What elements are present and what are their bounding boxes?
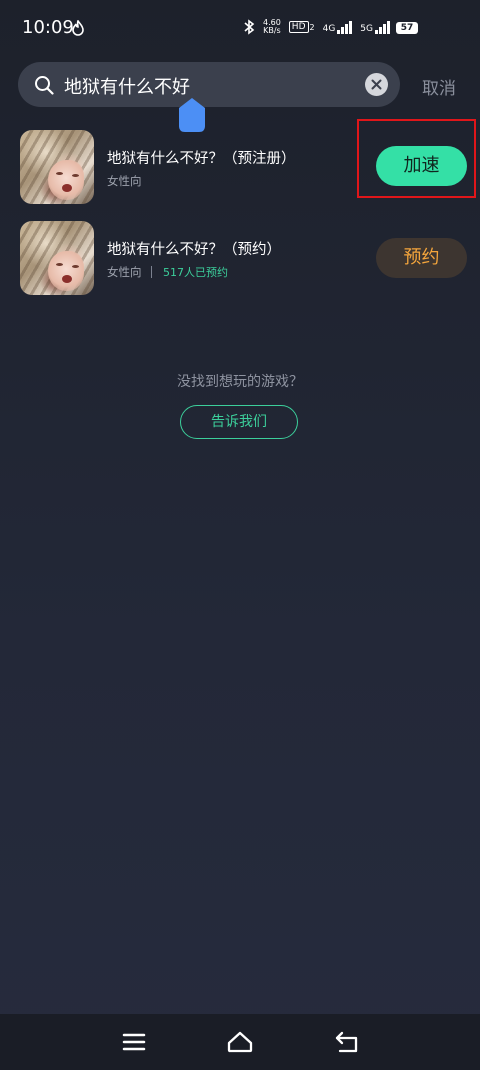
- reserve-count: 517人已预约: [163, 266, 228, 279]
- text-cursor-handle[interactable]: [179, 98, 205, 132]
- game-cover-image: [20, 221, 94, 295]
- status-icons: 4.60 KB/s HD 2 4G 5G: [243, 19, 418, 35]
- search-icon: [35, 76, 54, 95]
- signal-bars-icon: [375, 20, 390, 34]
- flame-icon: [72, 20, 84, 36]
- close-icon: [371, 79, 382, 90]
- game-tag: 女性向: [107, 174, 142, 188]
- search-input[interactable]: [62, 62, 366, 109]
- game-tag: 女性向: [107, 265, 142, 279]
- search-bar[interactable]: [18, 62, 400, 109]
- cancel-button[interactable]: 取消: [422, 74, 456, 99]
- status-time: 10:09: [22, 17, 74, 38]
- bluetooth-icon: [244, 19, 255, 35]
- net-speed-unit: KB/s: [263, 26, 281, 35]
- tag-divider: [151, 266, 152, 278]
- hd-label: HD: [288, 21, 309, 33]
- signal-2: 5G: [360, 20, 390, 34]
- game-title: 地狱有什么不好？（预注册）: [107, 151, 296, 167]
- back-icon[interactable]: [334, 1030, 360, 1054]
- clear-search-button[interactable]: [365, 73, 388, 96]
- highlight-box: [357, 119, 476, 198]
- net-speed: 4.60 KB/s: [263, 19, 281, 35]
- hd-badge: HD 2: [288, 21, 315, 33]
- hd-sub: 2: [309, 22, 315, 32]
- system-nav-bar: [0, 1014, 480, 1070]
- signal-bars-icon: [337, 20, 353, 34]
- not-found-text: 没找到想玩的游戏？: [177, 374, 303, 390]
- signal-1-label: 4G: [322, 24, 336, 34]
- battery-indicator: 57: [396, 22, 418, 34]
- game-title: 地狱有什么不好？（预约）: [107, 242, 281, 258]
- signal-1: 4G: [323, 20, 353, 34]
- tell-us-button[interactable]: 告诉我们: [180, 405, 298, 439]
- game-cover-image: [20, 130, 94, 204]
- home-icon[interactable]: [227, 1030, 253, 1054]
- reserve-button[interactable]: 预约: [376, 238, 467, 278]
- status-bar: 10:09 4.60 KB/s HD 2 4G 5G 57: [0, 0, 480, 56]
- signal-2-label: 5G: [360, 24, 373, 34]
- menu-icon[interactable]: [121, 1030, 147, 1054]
